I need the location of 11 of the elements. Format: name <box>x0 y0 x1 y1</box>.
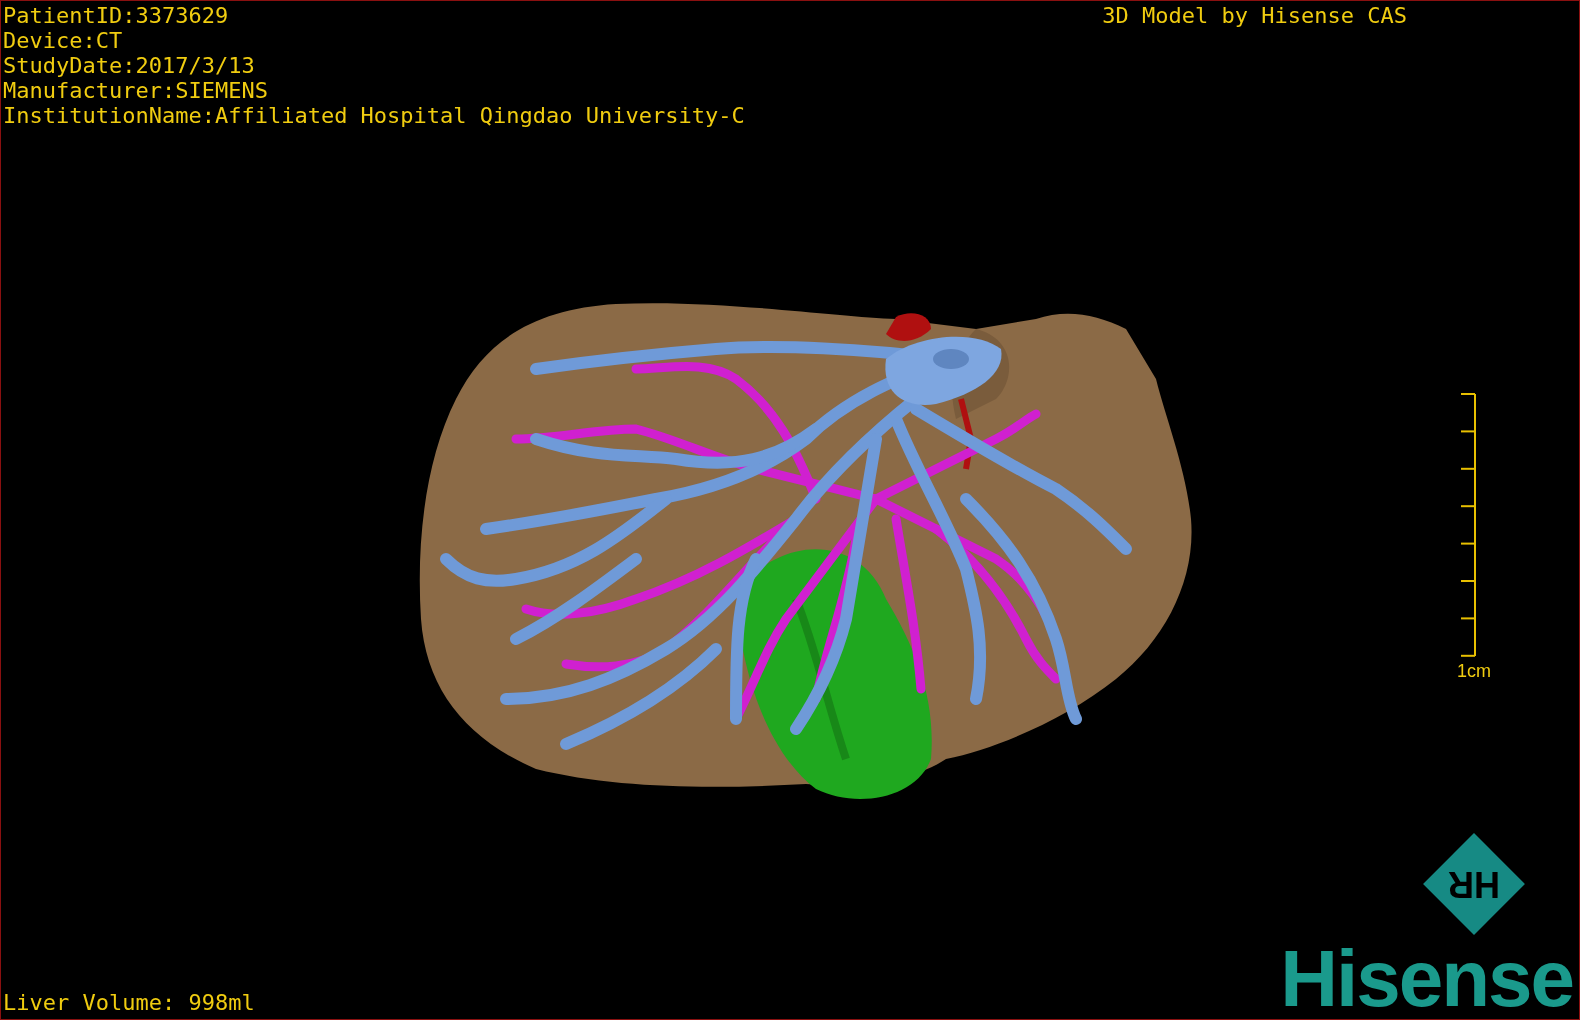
scale-label: 1cm <box>1457 660 1491 683</box>
study-info-text: InstitutionName:Affiliated Hospital Qingdao University-C <box>3 103 745 128</box>
study-info-text: Manufacturer:SIEMENS <box>3 78 269 103</box>
viewer-title: 3D Model by Hisense CAS <box>1102 3 1407 30</box>
logo-mark: HR <box>1423 833 1525 935</box>
brand-logo: Hisense <box>1280 939 1573 1019</box>
liver-volume-text: Liver Volume: 998ml <box>2 990 255 1017</box>
study-info-text: Device:CT <box>3 28 124 53</box>
scale-bar-icon <box>1459 393 1479 657</box>
study-info-text: StudyDate:2017/3/13 <box>3 53 256 78</box>
study-info-text: PatientID:3373629 <box>3 3 230 28</box>
